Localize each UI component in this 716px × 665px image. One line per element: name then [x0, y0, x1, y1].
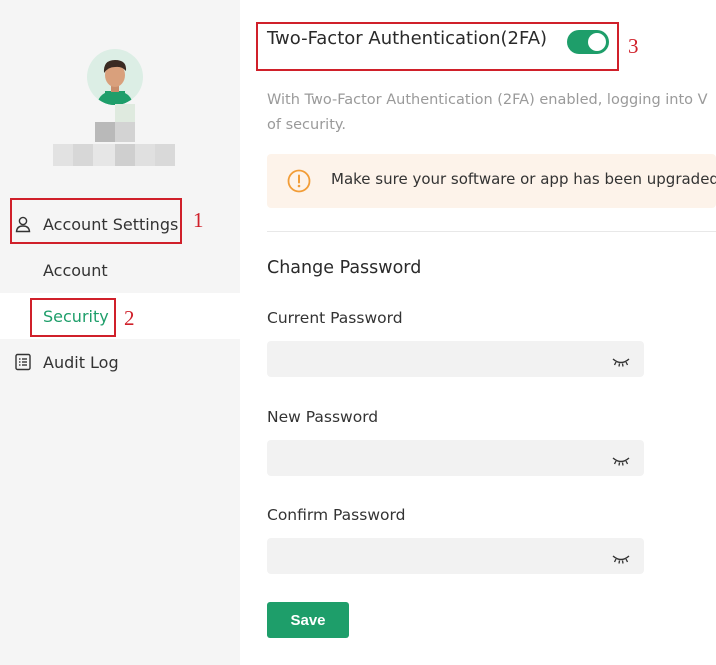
security-panel: Two-Factor Authentication(2FA) With Two-…	[240, 0, 716, 665]
eye-closed-icon[interactable]	[612, 452, 630, 466]
avatar	[87, 49, 143, 105]
divider	[267, 231, 716, 232]
annotation-number-2: 2	[124, 306, 135, 330]
sidebar-item-label: Account	[43, 260, 108, 280]
sidebar-item-audit-log[interactable]: Audit Log	[0, 339, 240, 385]
current-password-label: Current Password	[267, 309, 403, 327]
new-password-label: New Password	[267, 408, 379, 426]
confirm-password-field	[267, 538, 644, 574]
sidebar-item-label: Audit Log	[43, 352, 119, 372]
warning-banner: Make sure your software or app has been …	[267, 154, 716, 208]
eye-closed-icon[interactable]	[612, 550, 630, 564]
annotation-number-3: 3	[628, 34, 639, 58]
eye-closed-icon[interactable]	[612, 353, 630, 367]
list-icon	[14, 353, 32, 371]
current-password-field	[267, 341, 644, 377]
tfa-description-line1: With Two-Factor Authentication (2FA) ena…	[267, 92, 708, 108]
new-password-input[interactable]	[267, 440, 597, 476]
annotation-number-1: 1	[193, 208, 204, 232]
annotation-box-3	[256, 22, 619, 71]
tfa-description-line2: of security.	[267, 117, 347, 133]
redacted-username	[53, 104, 177, 168]
annotation-box-1	[10, 198, 182, 244]
new-password-field	[267, 440, 644, 476]
change-password-title: Change Password	[267, 258, 422, 278]
save-button[interactable]: Save	[267, 602, 349, 638]
annotation-box-2	[30, 298, 116, 337]
warning-icon	[287, 169, 311, 193]
confirm-password-label: Confirm Password	[267, 506, 406, 524]
warning-text: Make sure your software or app has been …	[331, 170, 716, 188]
confirm-password-input[interactable]	[267, 538, 597, 574]
sidebar-item-account[interactable]: Account	[0, 247, 240, 293]
tfa-description: With Two-Factor Authentication (2FA) ena…	[267, 88, 716, 138]
current-password-input[interactable]	[267, 341, 597, 377]
